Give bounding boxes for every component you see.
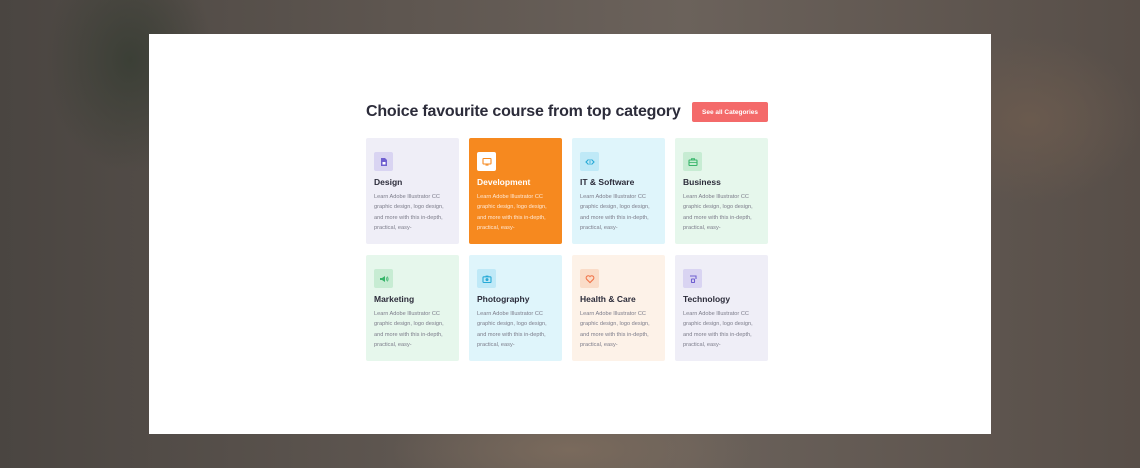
category-title: Technology xyxy=(683,294,731,304)
category-title: Design xyxy=(374,177,403,187)
content-panel: Choice favourite course from top categor… xyxy=(149,34,991,434)
category-description: Learn Adobe Illustrator CC graphic desig… xyxy=(580,194,650,231)
category-description: Learn Adobe Illustrator CC graphic desig… xyxy=(477,311,547,348)
category-title: IT & Software xyxy=(580,177,635,187)
category-title: Photography xyxy=(477,294,530,304)
category-description: Learn Adobe Illustrator CC graphic desig… xyxy=(477,194,547,231)
category-card-business[interactable]: Business Learn Adobe Illustrator CC grap… xyxy=(675,138,768,244)
category-card-marketing[interactable]: Marketing Learn Adobe Illustrator CC gra… xyxy=(366,255,459,361)
device-icon xyxy=(683,269,702,288)
category-title: Development xyxy=(477,177,531,187)
category-card-development[interactable]: Development Learn Adobe Illustrator CC g… xyxy=(469,138,562,244)
camera-icon xyxy=(477,269,496,288)
briefcase-icon xyxy=(683,152,702,171)
category-title: Business xyxy=(683,177,721,187)
category-card-health-care[interactable]: Health & Care Learn Adobe Illustrator CC… xyxy=(572,255,665,361)
category-description: Learn Adobe Illustrator CC graphic desig… xyxy=(580,311,650,348)
category-card-design[interactable]: Design Learn Adobe Illustrator CC graphi… xyxy=(366,138,459,244)
megaphone-icon xyxy=(374,269,393,288)
category-title: Health & Care xyxy=(580,294,636,304)
category-card-it-software[interactable]: IT & Software Learn Adobe Illustrator CC… xyxy=(572,138,665,244)
section-title: Choice favourite course from top categor… xyxy=(366,103,681,120)
category-description: Learn Adobe Illustrator CC graphic desig… xyxy=(374,194,444,231)
design-file-icon xyxy=(374,152,393,171)
code-icon xyxy=(580,152,599,171)
see-all-categories-button[interactable]: See all Categories xyxy=(692,102,768,122)
category-description: Learn Adobe Illustrator CC graphic desig… xyxy=(374,311,444,348)
category-title: Marketing xyxy=(374,294,415,304)
category-description: Learn Adobe Illustrator CC graphic desig… xyxy=(683,194,753,231)
monitor-icon xyxy=(477,152,496,171)
category-card-photography[interactable]: Photography Learn Adobe Illustrator CC g… xyxy=(469,255,562,361)
category-grid: Design Learn Adobe Illustrator CC graphi… xyxy=(366,138,768,361)
category-card-technology[interactable]: Technology Learn Adobe Illustrator CC gr… xyxy=(675,255,768,361)
heart-icon xyxy=(580,269,599,288)
category-description: Learn Adobe Illustrator CC graphic desig… xyxy=(683,311,753,348)
